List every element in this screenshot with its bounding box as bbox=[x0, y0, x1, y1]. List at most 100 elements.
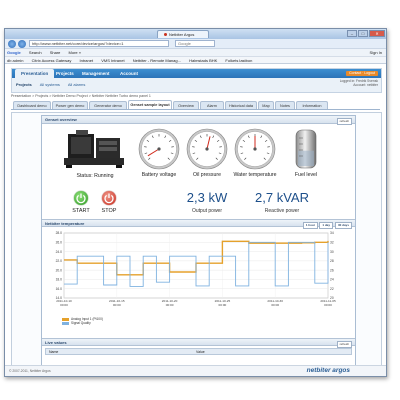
contact-logout-button[interactable]: Contact · Logout bbox=[346, 71, 378, 76]
genset-layout: Genset overview refresh Status: Running bbox=[41, 115, 356, 372]
fuel-tank-icon bbox=[295, 129, 317, 169]
toolbar-item[interactable]: More » bbox=[69, 50, 81, 55]
menu-management[interactable]: Management bbox=[82, 69, 110, 78]
fuel-level-label: Fuel level bbox=[294, 172, 318, 178]
output-power-value: 2,3 kW bbox=[186, 190, 228, 205]
page-content: Presentation Projects Management Account… bbox=[5, 64, 386, 376]
copyright-text: © 2007-2011, Netbiter Argos bbox=[9, 369, 51, 373]
subnav-all-systems[interactable]: All systems bbox=[40, 82, 60, 87]
toolbar-item[interactable]: Share bbox=[50, 50, 61, 55]
user-info: Logged in: Fredrik Svensk Account: netbi… bbox=[340, 79, 378, 87]
favorite-item[interactable]: db admin bbox=[7, 58, 23, 63]
x-tick-label: 00:00 bbox=[324, 303, 332, 307]
tab-alarm[interactable]: Alarm bbox=[200, 101, 224, 109]
tab-dashboard-demo[interactable]: Dashboard demo bbox=[13, 101, 51, 109]
status-value: Running bbox=[94, 173, 114, 179]
legend-label-signal: Signal Quality bbox=[71, 321, 91, 325]
start-button[interactable] bbox=[74, 191, 88, 205]
menu-presentation[interactable]: Presentation bbox=[15, 69, 55, 78]
oil-gauge-dial bbox=[186, 128, 228, 170]
y-tick-label: 24.0 bbox=[56, 250, 63, 254]
status-label: Status: bbox=[76, 173, 93, 179]
back-icon[interactable] bbox=[8, 39, 16, 48]
user-account: Account: netbiter bbox=[353, 83, 378, 87]
favorite-item[interactable]: Intranet bbox=[80, 58, 94, 63]
tab-historical-data[interactable]: Historical data bbox=[225, 101, 257, 109]
y-tick-label: 18.0 bbox=[56, 278, 63, 282]
y-tick-label: 20.0 bbox=[56, 268, 63, 272]
subnav-projects[interactable]: Projects bbox=[16, 82, 32, 87]
close-button[interactable]: ✕ bbox=[369, 30, 385, 37]
gauge-hub bbox=[205, 147, 209, 151]
stop-button[interactable] bbox=[102, 191, 116, 205]
toolbar-item[interactable]: Sign In bbox=[370, 49, 382, 56]
favorite-item[interactable]: Citrix Access Gateway bbox=[32, 58, 72, 63]
tab-power-gen-demo[interactable]: Power gen demo bbox=[52, 101, 88, 109]
y-right-tick-label: 32 bbox=[330, 240, 334, 244]
page-tabs: Dashboard demo Power gen demo Generator … bbox=[11, 100, 380, 110]
favorite-item[interactable]: Halmstads BHK bbox=[189, 58, 217, 63]
toolbar-item[interactable]: Google bbox=[7, 50, 21, 55]
y-tick-label: 26.0 bbox=[56, 240, 63, 244]
output-power-label: Output power bbox=[191, 208, 223, 214]
y-tick-label: 16.0 bbox=[56, 287, 63, 291]
y-right-tick-label: 34 bbox=[330, 231, 334, 235]
oil-pressure-gauge bbox=[186, 128, 228, 170]
tab-genset-sample-layout[interactable]: Genset sample layout bbox=[128, 100, 172, 109]
legend-item-signal: Signal Quality bbox=[62, 321, 103, 325]
favorite-item[interactable]: Folkets lastbon bbox=[225, 58, 252, 63]
battery-voltage-gauge bbox=[138, 128, 180, 170]
search-input[interactable]: Google bbox=[175, 40, 215, 47]
water-temperature-gauge bbox=[234, 128, 276, 170]
battery-voltage-label: Battery voltage bbox=[141, 172, 177, 178]
toolbar-item[interactable]: Search bbox=[29, 50, 42, 55]
maximize-button[interactable]: □ bbox=[358, 30, 368, 37]
subnav-all-alarms[interactable]: All alarms bbox=[68, 82, 86, 87]
battery-gauge-dial bbox=[138, 128, 180, 170]
favorites-bar: db admin Citrix Access Gateway Intranet … bbox=[5, 56, 386, 64]
browser-tab[interactable]: Netbiter Argos bbox=[157, 30, 209, 38]
favorite-item[interactable]: VMS Intranet bbox=[101, 58, 124, 63]
tab-map[interactable]: Map bbox=[258, 101, 274, 109]
tab-information[interactable]: Information bbox=[296, 101, 328, 109]
y-right-tick-label: 26 bbox=[330, 268, 334, 272]
address-bar: http://www.netbiter.net/core/device/argo… bbox=[5, 39, 386, 48]
overview-refresh-button[interactable]: refresh bbox=[336, 117, 352, 125]
tab-notes[interactable]: Notes bbox=[275, 101, 295, 109]
oil-pressure-label: Oil pressure bbox=[193, 172, 221, 178]
y-tick-label: 28.0 bbox=[56, 231, 63, 235]
breadcrumb[interactable]: Presentation > Projects > Netbiter Demo … bbox=[11, 94, 151, 98]
temperature-chart: 28.0 34 26.0 32 24.0 30 22.0 28 20.0 26 18.0 24 16.0… bbox=[56, 231, 336, 307]
tab-generator-demo[interactable]: Generator demo bbox=[89, 101, 127, 109]
temperature-header: Netbiter temperature 1 hour 1 day 30 day… bbox=[42, 219, 355, 229]
url-input[interactable]: http://www.netbiter.net/core/device/argo… bbox=[29, 40, 169, 47]
y-right-tick-label: 24 bbox=[330, 278, 334, 282]
column-value[interactable]: Value bbox=[196, 349, 205, 355]
forward-icon[interactable] bbox=[18, 39, 26, 48]
live-values-header: Live values refresh bbox=[42, 338, 355, 348]
chart-legend: Analog Input 1 (Pt100) Signal Quality bbox=[62, 317, 103, 325]
google-toolbar: Google Search Share More » Sign In bbox=[5, 48, 386, 56]
start-label: START bbox=[72, 208, 90, 214]
window-controls: – □ ✕ bbox=[347, 30, 385, 37]
sub-navigation: Projects All systems All alarms bbox=[16, 82, 92, 87]
gauge-hub bbox=[253, 147, 257, 151]
reactive-power-value: 2,7 kVAR bbox=[255, 190, 309, 205]
power-icon bbox=[76, 193, 86, 204]
status-line: Status: Running bbox=[58, 173, 132, 180]
x-tick-label: 00:00 bbox=[219, 303, 227, 307]
browser-window: Netbiter Argos – □ ✕ http://www.netbiter… bbox=[4, 28, 387, 377]
tab-overview[interactable]: Overview bbox=[173, 101, 199, 109]
minimize-button[interactable]: – bbox=[347, 30, 357, 37]
menu-account[interactable]: Account bbox=[120, 69, 138, 78]
menu-projects[interactable]: Projects bbox=[56, 69, 74, 78]
x-tick-label: 00:00 bbox=[60, 303, 68, 307]
x-tick-label: 00:00 bbox=[113, 303, 121, 307]
column-name[interactable]: Name bbox=[49, 349, 58, 355]
temperature-title: Netbiter temperature bbox=[45, 221, 85, 226]
overview-title: Genset overview bbox=[45, 117, 77, 122]
netbiter-favicon-icon bbox=[164, 33, 167, 37]
live-values-refresh-button[interactable]: refresh bbox=[336, 340, 352, 348]
favorite-item[interactable]: Netbiter - Remote Manag... bbox=[133, 58, 181, 63]
title-bar: Netbiter Argos – □ ✕ bbox=[5, 29, 386, 39]
